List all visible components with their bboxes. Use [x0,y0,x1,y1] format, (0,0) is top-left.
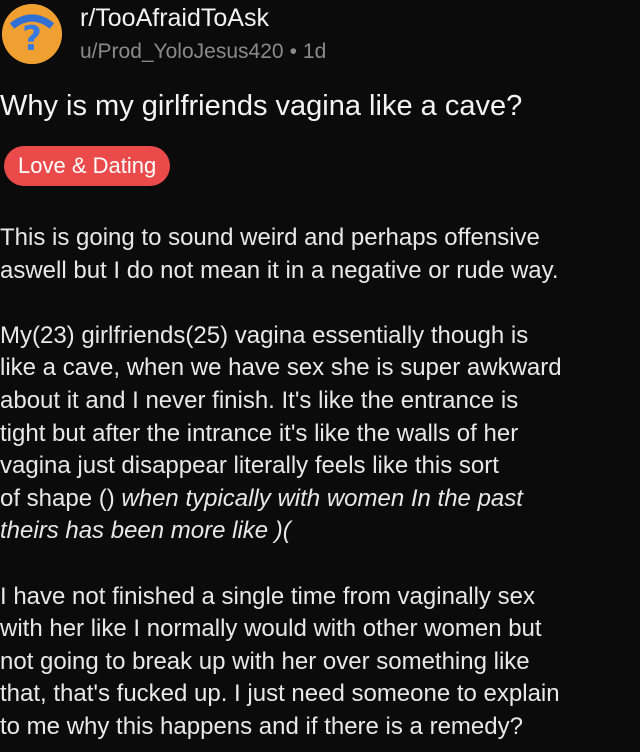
body-line: with her like I normally would with othe… [0,615,542,643]
body-line: tight but after the intrance it's like t… [0,419,519,447]
body-line-italic: theirs has been more like )( [0,517,291,545]
meta-separator: • [289,40,297,63]
post-meta: u/Prod_YoloJesus420 • 1d [80,40,326,64]
body-line: This is going to sound weird and perhaps… [0,224,540,251]
post-flair[interactable]: Love & Dating [4,146,171,186]
subreddit-avatar[interactable]: ? [2,4,62,64]
body-line: aswell but I do not mean it in a negativ… [0,256,559,284]
question-mark-icon: ? [2,4,62,64]
body-line: of shape () when typically with women In… [0,483,640,516]
body-text: of shape () [0,484,122,512]
post-body: This is going to sound weird and perhaps… [0,222,640,744]
body-text-italic: when typically with women In the past [121,484,523,512]
svg-text:?: ? [22,19,42,59]
body-line: My(23) girlfriends(25) vagina essentiall… [0,321,529,349]
author-name[interactable]: u/Prod_YoloJesus420 [80,40,284,63]
post-age: 1d [302,40,327,63]
body-line: to me why this happens and if there is a… [0,712,523,740]
post-header: ? r/TooAfraidToAsk u/Prod_YoloJesus420 • 1… [0,0,640,72]
body-line: I have not finished a single time from v… [0,582,535,610]
body-line: like a cave, when we have sex she is sup… [0,354,562,382]
body-line: about it and I never finish. It's like t… [0,386,519,414]
body-line: vagina just disappear literally feels li… [0,452,499,480]
body-line: that, that's fucked up. I just need some… [0,680,560,708]
body-line: not going to break up with her over some… [0,647,530,675]
subreddit-name[interactable]: r/TooAfraidToAsk [80,4,269,33]
post-title[interactable]: Why is my girlfriends vagina like a cave… [0,90,640,123]
